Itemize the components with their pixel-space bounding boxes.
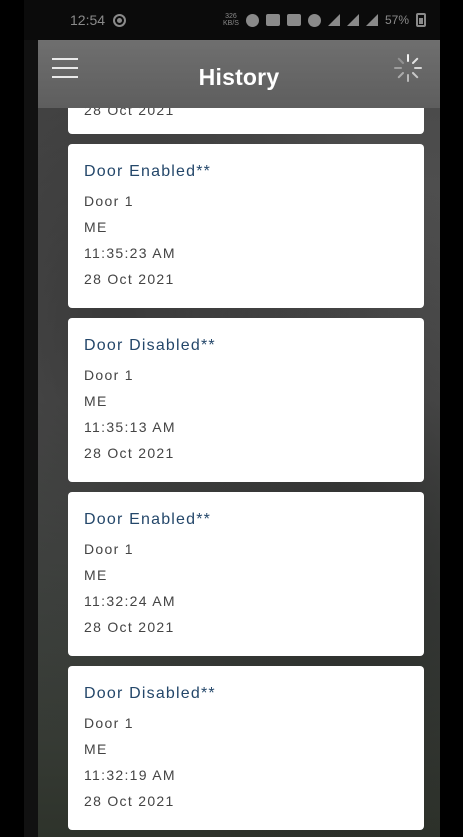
page-title: History (198, 63, 280, 90)
entry-user: ME (84, 393, 108, 409)
entry-date: 28 Oct 2021 (84, 445, 175, 461)
list-item-partial[interactable]: 28 Oct 2021 (68, 108, 424, 134)
entry-user: ME (84, 219, 108, 235)
entry-door: Door 1 (84, 193, 134, 209)
entry-time: 11:32:24 AM (84, 593, 176, 609)
entry-door: Door 1 (84, 715, 134, 731)
battery-icon (416, 13, 426, 27)
net-speed-value: 326 (225, 13, 237, 20)
list-item[interactable]: Door Enabled** Door 1 ME 11:35:23 AM 28 … (68, 144, 424, 308)
net-speed: 326 KB/S (223, 13, 239, 27)
entry-event: Door Disabled** (84, 337, 216, 354)
signal-icon (346, 14, 359, 26)
net-speed-unit: KB/S (223, 20, 239, 27)
entry-time: 11:35:23 AM (84, 245, 176, 261)
cast-icon (265, 14, 280, 26)
entry-date: 28 Oct 2021 (84, 271, 175, 287)
list-item[interactable]: Door Disabled** Door 1 ME 11:35:13 AM 28… (68, 318, 424, 482)
list-item[interactable]: Door Disabled** Door 1 ME 11:32:19 AM 28… (68, 666, 424, 830)
wifi-icon (327, 14, 340, 26)
entry-date: 28 Oct 2021 (84, 793, 175, 809)
entry-date: 28 Oct 2021 (84, 108, 175, 118)
entry-date: 28 Oct 2021 (84, 619, 175, 635)
entry-event: Door Disabled** (84, 685, 216, 702)
entry-event: Door Enabled** (84, 163, 212, 180)
do-not-disturb-icon (307, 13, 321, 27)
status-icons: 326 KB/S 57% (223, 13, 426, 27)
entry-door: Door 1 (84, 367, 134, 383)
app-bar: History (38, 40, 440, 108)
phone-screen: 12:54 326 KB/S 57% History 28 Oct 2021 D… (24, 0, 440, 837)
status-time-group: 12:54 (70, 12, 127, 28)
status-time: 12:54 (70, 12, 106, 28)
signal-2-icon (365, 14, 378, 26)
hamburger-menu-icon[interactable] (52, 58, 78, 78)
status-bar: 12:54 326 KB/S 57% (24, 0, 440, 40)
record-icon (113, 13, 127, 27)
entry-user: ME (84, 567, 108, 583)
entry-time: 11:35:13 AM (84, 419, 176, 435)
entry-user: ME (84, 741, 108, 757)
battery-percent: 57% (384, 13, 409, 27)
alarm-icon (245, 13, 259, 27)
entry-door: Door 1 (84, 541, 134, 557)
history-list[interactable]: 28 Oct 2021 Door Enabled** Door 1 ME 11:… (38, 108, 440, 837)
entry-time: 11:32:19 AM (84, 767, 176, 783)
entry-event: Door Enabled** (84, 511, 212, 528)
hd-icon (286, 14, 301, 26)
loading-spinner-icon (394, 54, 422, 82)
list-item[interactable]: Door Enabled** Door 1 ME 11:32:24 AM 28 … (68, 492, 424, 656)
